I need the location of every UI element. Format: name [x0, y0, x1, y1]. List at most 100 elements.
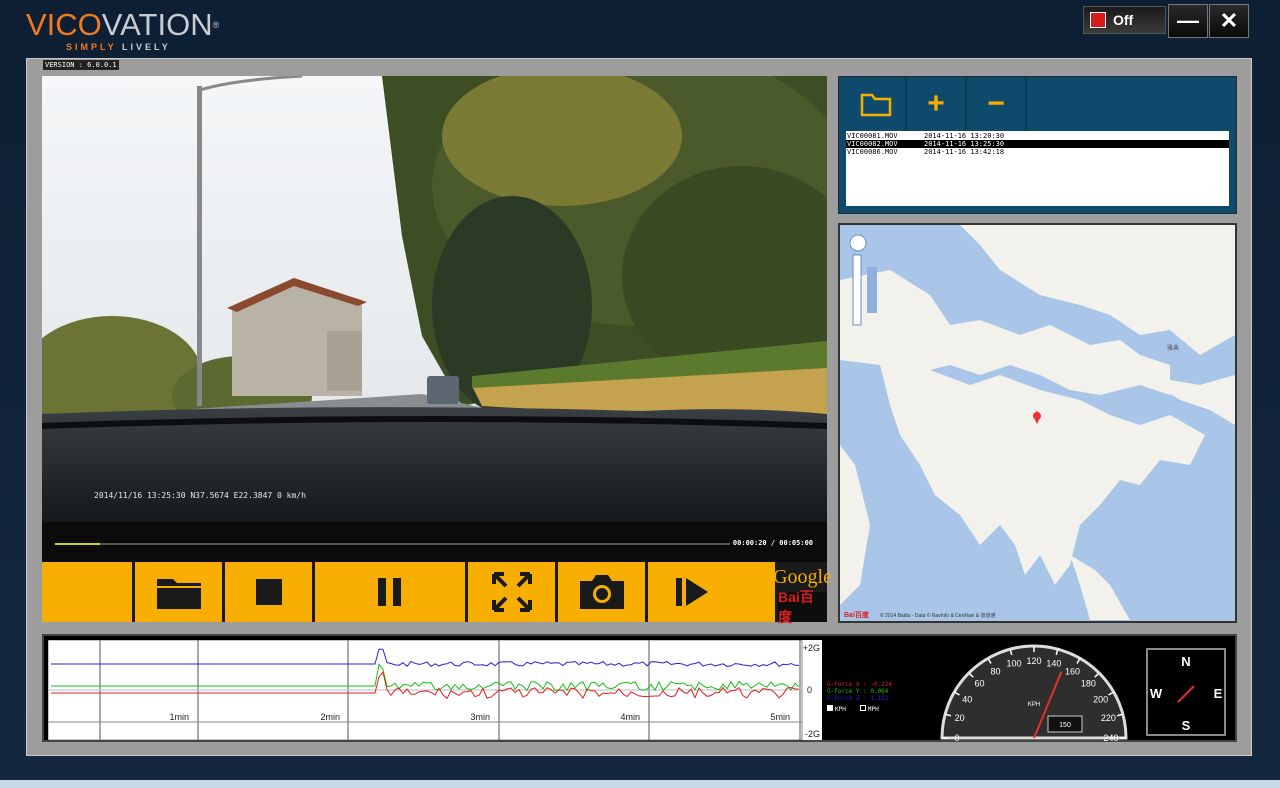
folder-icon: [156, 579, 201, 609]
next-frame-button[interactable]: [645, 562, 735, 622]
gforce-readout: G-Force X : -0.224 G-Force Y : 0.064 G-F…: [827, 681, 892, 713]
fullscreen-button[interactable]: [465, 562, 555, 622]
tagline-lively: LIVELY: [122, 42, 171, 52]
playlist-file-date: 2014-11-16 13:42:18: [924, 148, 1005, 156]
map-view[interactable]: 雅典 Bai百度 © 2014 Baidu - Data © NavInfo &…: [838, 223, 1237, 623]
zoom-level-labels: [867, 267, 877, 313]
compass: N S W E: [1146, 648, 1226, 736]
speed-tick-label: 40: [962, 695, 972, 705]
minus-icon: −: [987, 87, 1005, 120]
gforce-y-bottom: -2G: [805, 729, 820, 739]
speed-tick-label: 80: [990, 666, 1000, 676]
speed-tick-label: 20: [955, 713, 965, 723]
playlist-remove-button[interactable]: −: [967, 77, 1027, 131]
baidu-map-logo: Bai百度: [844, 610, 870, 619]
gforce-graph: 1min 2min 3min 4min 5min +2G 0 -2G: [47, 639, 822, 741]
pause-icon: [378, 578, 401, 606]
speedometer: 0 20 40 60 80 100 120 140 160 180 200 220 240 KPH 150: [934, 638, 1134, 743]
speed-tick-label: 200: [1093, 695, 1108, 705]
speed-tick-label: 60: [975, 679, 985, 689]
map-provider-switch: Google Bai百度: [773, 562, 832, 625]
kph-label: KPH: [835, 706, 846, 713]
video-overlay-text: 2014/11/16 13:25:30 N37.5674 E22.3847 0 …: [94, 491, 306, 500]
speed-tick-label: 120: [1026, 656, 1041, 666]
playlist-file-date: 2014-11-16 13:25:30: [924, 140, 1005, 148]
playlist-file-name: VIC00082.MOV: [847, 140, 898, 148]
speed-tick-label: 180: [1081, 679, 1096, 689]
os-taskbar: [0, 780, 1280, 788]
stop-button[interactable]: [222, 562, 312, 622]
compass-south: S: [1182, 718, 1191, 733]
gforce-z-label: G-Force Z : 1.152: [827, 695, 889, 702]
snapshot-button[interactable]: [555, 562, 645, 622]
playlist-open-button[interactable]: [847, 77, 907, 131]
gforce-x-tick: 1min: [169, 712, 189, 722]
tagline-simply: SIMPLY: [66, 42, 117, 52]
playlist-file-name: VIC00086.MOV: [847, 148, 898, 156]
speed-readout: 150: [1059, 722, 1071, 729]
playlist-row[interactable]: VIC00081.MOV 2014-11-16 13:20:30: [846, 132, 1229, 140]
compass-north: N: [1181, 654, 1190, 669]
playlist-row[interactable]: VIC00086.MOV 2014-11-16 13:42:18: [846, 148, 1229, 156]
speed-tick-label: 240: [1103, 733, 1118, 742]
power-indicator-icon: [1090, 12, 1106, 28]
close-button[interactable]: ✕: [1209, 4, 1249, 38]
kph-radio[interactable]: KPH: [827, 705, 846, 713]
map-city-label: 雅典: [1167, 344, 1179, 352]
time-display: 00:00:20 / 00:05:00: [732, 539, 813, 547]
app-window: VICOVATION® SIMPLY LIVELY Off — ✕ VERSIO…: [0, 0, 1280, 788]
minimize-button[interactable]: —: [1168, 4, 1208, 38]
baidu-map-button[interactable]: Bai百度: [778, 589, 827, 625]
video-frame: 2014/11/16 13:25:30 N37.5674 E22.3847 0 …: [42, 76, 827, 522]
seek-progress: [55, 543, 101, 545]
gforce-x-tick: 5min: [770, 712, 790, 722]
gforce-y-label: G-Force Y : 0.064: [827, 688, 889, 695]
folder-icon: [860, 93, 892, 117]
map-attribution: © 2014 Baidu - Data © NavInfo & CenNavi …: [880, 612, 995, 619]
locate-icon[interactable]: [849, 234, 867, 252]
playlist-row[interactable]: VIC00082.MOV 2014-11-16 13:25:30: [846, 140, 1229, 148]
speed-tick-label: 220: [1101, 713, 1116, 723]
compass-east: E: [1214, 686, 1223, 701]
speed-tick-label: 160: [1065, 666, 1080, 676]
seek-bar[interactable]: [55, 543, 730, 545]
mph-radio[interactable]: MPH: [859, 705, 879, 713]
next-frame-icon: [675, 578, 708, 606]
gforce-x-tick: 2min: [320, 712, 340, 722]
power-toggle-button[interactable]: Off: [1083, 6, 1166, 34]
pause-button[interactable]: [312, 562, 465, 622]
speed-tick-label: 0: [954, 733, 959, 742]
gforce-y-top: +2G: [803, 643, 820, 653]
open-folder-button[interactable]: [132, 562, 222, 622]
plus-icon: +: [927, 87, 945, 120]
stop-icon: [255, 579, 282, 605]
speed-tick-label: 140: [1046, 659, 1061, 669]
compass-west: W: [1150, 686, 1163, 701]
version-label: VERSION : 6.0.0.1: [43, 60, 119, 70]
playlist-toolbar: + −: [847, 77, 1027, 131]
playback-toolbar: Google Bai百度: [42, 562, 832, 625]
video-player[interactable]: 2014/11/16 13:25:30 N37.5674 E22.3847 0 …: [42, 76, 827, 562]
minimize-icon: —: [1177, 8, 1199, 33]
mph-label: MPH: [867, 706, 879, 713]
playlist-panel: + − VIC00081.MOV 2014-11-16 13:20:30 VIC00…: [838, 76, 1237, 214]
gforce-x-tick: 4min: [620, 712, 640, 722]
playlist-file-date: 2014-11-16 13:20:30: [924, 132, 1005, 140]
camera-icon: [579, 575, 624, 609]
playlist-list: VIC00081.MOV 2014-11-16 13:20:30 VIC00082.…: [846, 131, 1229, 206]
vicovation-logo: VICOVATION®: [26, 8, 219, 42]
logo-rest: VATION: [101, 7, 213, 42]
logo-registered: ®: [212, 20, 220, 30]
fullscreen-icon: [491, 572, 532, 612]
gforce-x-label: G-Force X : -0.224: [827, 681, 893, 688]
playlist-add-button[interactable]: +: [907, 77, 967, 131]
speed-unit: KPH: [1028, 702, 1040, 708]
playlist-file-name: VIC00081.MOV: [847, 132, 898, 140]
zoom-slider[interactable]: [852, 254, 862, 326]
telemetry-panel: 1min 2min 3min 4min 5min +2G 0 -2G G-Force X : …: [42, 634, 1237, 743]
gforce-y-mid: 0: [807, 685, 812, 695]
power-label: Off: [1113, 12, 1134, 28]
blank-slot: [42, 562, 132, 622]
seek-bar-area: 00:00:20 / 00:05:00: [42, 522, 827, 562]
compass-needle: [1177, 685, 1195, 703]
